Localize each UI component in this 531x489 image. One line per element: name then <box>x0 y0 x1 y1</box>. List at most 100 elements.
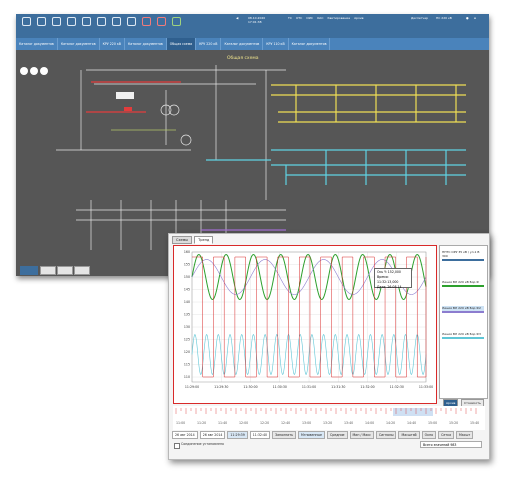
legend-item[interactable]: НПТС ОРУ 35 кВ / ул.1 В 300 <box>442 250 484 261</box>
chart-icon[interactable] <box>97 17 106 26</box>
average-button[interactable]: Средние <box>326 430 348 439</box>
document-icon[interactable] <box>52 17 61 26</box>
instant-button[interactable]: Мгновенные <box>298 430 325 439</box>
tab-catalog[interactable]: Каталог документов <box>16 38 58 50</box>
window-controls: ● ≡ <box>466 16 476 20</box>
tool-icon[interactable] <box>157 17 166 26</box>
layers-icon[interactable] <box>172 17 181 26</box>
timeline-selection <box>393 408 433 416</box>
calendar-icon[interactable] <box>112 17 121 26</box>
tab-catalog[interactable]: Каталог документов <box>125 38 167 50</box>
legend-item[interactable]: Линия ВЛ 220 кВ Бор Ф3 <box>442 332 484 339</box>
settings-icon[interactable] <box>22 17 31 26</box>
user-label: Диспетчер <box>411 16 429 20</box>
legend-label: Линия ВЛ 220 кВ Бор Ф3 <box>442 332 481 336</box>
station-label: ПС 220 кВ <box>436 16 452 20</box>
time-to-field[interactable]: 11:32:40 <box>249 430 271 439</box>
y-tick-label: 160 <box>184 250 190 254</box>
user-icon[interactable]: ● <box>466 16 469 20</box>
minmax-button[interactable]: Мин / Макс <box>349 430 374 439</box>
tooltip-line: Дата: 26.08.14 <box>377 285 402 289</box>
value-tooltip: Ось Y: 152,000 Время: 11:32:13,000 Дата:… <box>374 268 412 289</box>
series-legend: НПТС ОРУ 35 кВ / ул.1 В 300 Линия ВЛ 220… <box>439 245 488 399</box>
window-button[interactable]: Окно <box>421 430 437 439</box>
tab-catalog[interactable]: Каталог документов <box>221 38 264 50</box>
x-tick-label: 11:32:00 <box>360 385 374 389</box>
y-tick-label: 130 <box>184 325 190 329</box>
grid-button[interactable]: Сетка <box>438 430 455 439</box>
y-tick-label: 145 <box>184 288 190 292</box>
x-tick-label: 11:31:00 <box>302 385 316 389</box>
tab-kru-220[interactable]: КРУ 220 кВ <box>100 38 125 50</box>
zoom-button[interactable] <box>30 67 38 75</box>
x-tick-label: 11:29:00 <box>185 385 199 389</box>
legend-label: Линия ВЛ 220 кВ Бор Ф <box>442 280 479 284</box>
date-from-picker[interactable]: 26 авг 2014 <box>172 430 198 439</box>
bottom-button[interactable] <box>20 266 38 275</box>
y-tick-label: 115 <box>184 363 190 367</box>
status-item[interactable]: ТС <box>288 16 292 20</box>
values-select[interactable]: Всего значений 983 <box>420 441 482 448</box>
timeline-label: 15:00 <box>428 421 437 425</box>
fill-button[interactable]: Заполнить <box>272 430 297 439</box>
status-indicators: ТС ОТС ОИС ОАС Квитирование Архив <box>288 16 364 20</box>
status-bar: Соединение установлено Всего значений 98… <box>172 441 488 450</box>
timeline-label: 14:40 <box>407 421 416 425</box>
clock-date: 17:01:38 <box>248 20 262 24</box>
bottom-button[interactable] <box>74 266 90 275</box>
bottom-button[interactable] <box>40 266 56 275</box>
timeline-label: 13:20 <box>323 421 332 425</box>
time-from-field[interactable]: 11:29:39 <box>227 430 248 439</box>
tool-icon[interactable] <box>142 17 151 26</box>
y-tick-label: 140 <box>184 300 190 304</box>
bottom-button[interactable] <box>57 266 73 275</box>
zoom-button[interactable]: Масшт <box>456 430 474 439</box>
legend-label: Линия ВЛ 220 кВ Бор Ф2 <box>442 306 481 310</box>
tab-kru-220[interactable]: КРУ 220 кВ <box>196 38 222 50</box>
timeline-label: 11:20 <box>197 421 206 425</box>
sound-icon[interactable]: ◀ <box>236 16 238 20</box>
legend-swatch <box>442 311 484 313</box>
x-tick-label: 11:33:00 <box>419 385 433 389</box>
x-tick-label: 11:32:30 <box>390 385 404 389</box>
status-item[interactable]: ОТС <box>296 16 302 20</box>
trend-chart[interactable]: 110 115 120 125 130 135 140 145 150 155 160 11:29:0… <box>173 245 437 404</box>
timeline-ruler[interactable]: 11:00 11:20 11:40 12:00 12:20 12:40 13:00 13:20… <box>173 406 485 430</box>
status-item[interactable]: Квитирование <box>327 16 350 20</box>
tab-kru-110[interactable]: КРУ 110 кВ <box>263 38 289 50</box>
connection-checkbox[interactable] <box>174 443 180 449</box>
document-icon[interactable] <box>37 17 46 26</box>
star-icon[interactable] <box>82 17 91 26</box>
timeline-label: 12:40 <box>281 421 290 425</box>
trend-window: Схемы Тренд 110 115 120 125 130 135 140 145 150 1… <box>168 233 490 460</box>
diagram-title: Общая схема <box>227 56 259 61</box>
tab-overview[interactable]: Общая схема <box>166 38 197 50</box>
menu-icon[interactable]: ≡ <box>474 16 477 20</box>
signals-button[interactable]: Сигналы <box>375 430 397 439</box>
grid-icon[interactable] <box>127 17 136 26</box>
timeline-label: 12:00 <box>239 421 248 425</box>
clock: 08.10.2020 17:01:38 <box>248 16 265 24</box>
tab-schemes[interactable]: Схемы <box>172 236 193 244</box>
status-item[interactable]: ОАС <box>317 16 324 20</box>
timeline-label: 12:20 <box>260 421 269 425</box>
main-toolbar: ◀ 08.10.2020 17:01:38 ТС ОТС ОИС ОАС Кви… <box>16 14 489 38</box>
date-to-picker[interactable]: 26 авг 2014 <box>199 430 226 439</box>
legend-swatch <box>442 337 484 339</box>
y-tick-label: 135 <box>184 313 190 317</box>
zoom-button[interactable] <box>20 67 28 75</box>
trend-tabs: Схемы Тренд <box>172 236 214 244</box>
report-icon[interactable] <box>67 17 76 26</box>
legend-item[interactable]: Линия ВЛ 220 кВ Бор Ф <box>442 280 484 287</box>
tab-catalog[interactable]: Каталог документов <box>289 38 331 50</box>
scale-button[interactable]: Масштаб <box>398 430 420 439</box>
tab-trend[interactable]: Тренд <box>194 236 214 244</box>
timeline-label: 15:40 <box>470 421 479 425</box>
y-tick-label: 125 <box>184 338 190 342</box>
tab-catalog[interactable]: Каталог документов <box>58 38 100 50</box>
legend-item[interactable]: Линия ВЛ 220 кВ Бор Ф2 <box>442 306 484 313</box>
status-item[interactable]: Архив <box>354 16 363 20</box>
zoom-button[interactable] <box>40 67 48 75</box>
status-item[interactable]: ОИС <box>306 16 313 20</box>
y-tick-label: 110 <box>184 375 190 379</box>
